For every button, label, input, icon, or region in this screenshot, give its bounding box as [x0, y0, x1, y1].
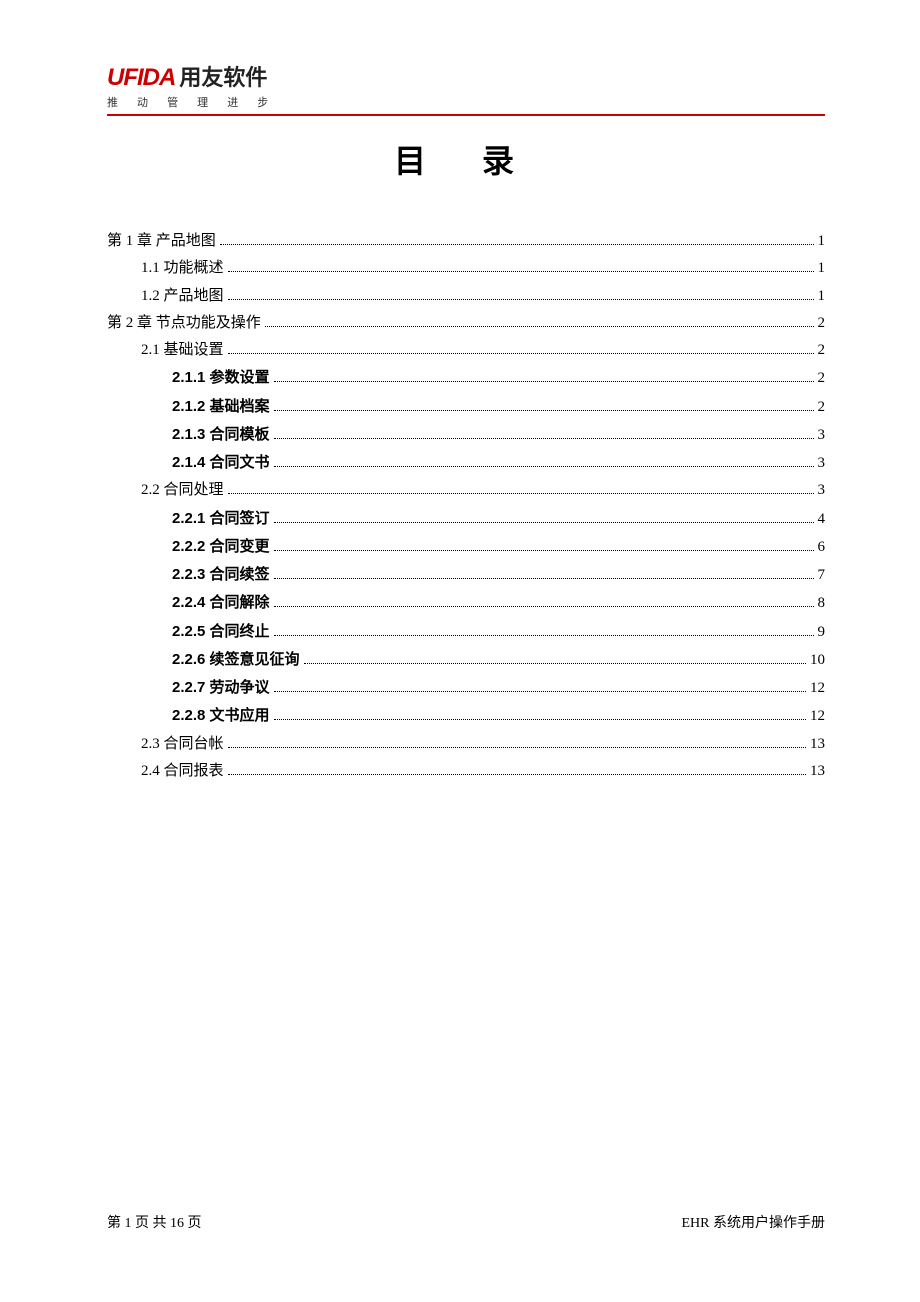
toc-entry-label: 2.1.1 参数设置: [172, 366, 270, 389]
toc-entry[interactable]: 2.2.6 续签意见征询 10: [107, 648, 825, 672]
toc-entry-page: 3: [818, 424, 826, 447]
toc-entry-label: 1.2 产品地图: [141, 285, 224, 308]
toc-entry[interactable]: 2.3 合同台帐 13: [107, 733, 825, 756]
toc-entry-page: 3: [818, 479, 826, 502]
toc-leader: [228, 353, 814, 354]
toc-leader: [228, 747, 806, 748]
toc-leader: [274, 691, 806, 692]
toc-entry-page: 2: [818, 312, 826, 335]
toc-entry-page: 1: [818, 257, 826, 280]
toc-leader: [274, 381, 814, 382]
toc-leader: [274, 410, 814, 411]
toc-entry-label: 2.3 合同台帐: [141, 733, 224, 756]
toc-entry-page: 6: [818, 536, 826, 559]
toc-leader: [228, 493, 814, 494]
toc-leader: [228, 299, 814, 300]
logo-en: UFIDA: [107, 64, 175, 92]
toc-entry-page: 12: [810, 705, 825, 728]
toc-entry[interactable]: 2.2.1 合同签订 4: [107, 507, 825, 531]
page-title: 目 录: [107, 136, 825, 182]
toc-leader: [228, 774, 806, 775]
toc-entry-page: 8: [818, 592, 826, 615]
toc-entry-label: 2.2.7 劳动争议: [172, 676, 270, 699]
toc-entry-page: 2: [818, 367, 826, 390]
toc-entry-label: 2.2.5 合同终止: [172, 620, 270, 643]
toc-entry[interactable]: 2.2.4 合同解除 8: [107, 591, 825, 615]
page-header: UFIDA 用友软件 推 动 管 理 进 步: [107, 60, 825, 116]
toc-leader: [220, 244, 814, 245]
toc-entry-label: 2.2 合同处理: [141, 479, 224, 502]
toc-entry-label: 2.1.4 合同文书: [172, 451, 270, 474]
toc-entry-label: 2.2.4 合同解除: [172, 591, 270, 614]
toc-leader: [274, 719, 806, 720]
toc-entry[interactable]: 2.2 合同处理 3: [107, 479, 825, 502]
toc-entry[interactable]: 2.4 合同报表 13: [107, 760, 825, 783]
toc-leader: [304, 663, 806, 664]
logo-cn: 用友软件: [179, 60, 267, 92]
toc-entry-label: 2.4 合同报表: [141, 760, 224, 783]
toc-entry[interactable]: 第 2 章 节点功能及操作 2: [107, 312, 825, 335]
page-footer: 第 1 页 共 16 页 EHR 系统用户操作手册: [107, 1212, 825, 1232]
toc-entry[interactable]: 2.2.5 合同终止 9: [107, 620, 825, 644]
toc-entry-page: 13: [810, 733, 825, 756]
footer-doc-title: EHR 系统用户操作手册: [682, 1212, 826, 1232]
toc-entry-label: 2.1.3 合同模板: [172, 423, 270, 446]
toc-entry-page: 2: [818, 396, 826, 419]
toc-entry[interactable]: 2.2.8 文书应用 12: [107, 704, 825, 728]
toc-entry[interactable]: 2.1.2 基础档案 2: [107, 395, 825, 419]
toc-entry-label: 1.1 功能概述: [141, 257, 224, 280]
toc-entry-label: 2.2.3 合同续签: [172, 563, 270, 586]
toc-entry-page: 1: [818, 285, 826, 308]
toc-entry-page: 2: [818, 339, 826, 362]
toc-entry-page: 3: [818, 452, 826, 475]
toc-entry[interactable]: 2.1.3 合同模板 3: [107, 423, 825, 447]
toc-entry-page: 4: [818, 508, 826, 531]
toc-leader: [274, 550, 814, 551]
toc-entry[interactable]: 1.1 功能概述 1: [107, 257, 825, 280]
toc-leader: [265, 326, 814, 327]
toc-entry[interactable]: 2.1.1 参数设置 2: [107, 366, 825, 390]
toc-entry[interactable]: 2.2.3 合同续签 7: [107, 563, 825, 587]
toc-leader: [274, 606, 814, 607]
toc-entry[interactable]: 2.2.2 合同变更 6: [107, 535, 825, 559]
toc-entry-label: 2.1 基础设置: [141, 339, 224, 362]
toc-leader: [274, 578, 814, 579]
toc-entry[interactable]: 1.2 产品地图 1: [107, 285, 825, 308]
toc-entry-page: 1: [818, 230, 826, 253]
toc-entry-page: 12: [810, 677, 825, 700]
toc-entry-label: 2.1.2 基础档案: [172, 395, 270, 418]
table-of-contents: 第 1 章 产品地图 1 1.1 功能概述 1 1.2 产品地图 1 第 2 章 节点功能及…: [107, 230, 825, 783]
toc-entry[interactable]: 2.1 基础设置 2: [107, 339, 825, 362]
toc-leader: [274, 522, 814, 523]
toc-leader: [274, 466, 814, 467]
toc-entry-page: 13: [810, 760, 825, 783]
toc-entry-label: 2.2.2 合同变更: [172, 535, 270, 558]
toc-leader: [228, 271, 814, 272]
toc-entry[interactable]: 2.1.4 合同文书 3: [107, 451, 825, 475]
toc-entry-page: 7: [818, 564, 826, 587]
toc-entry[interactable]: 第 1 章 产品地图 1: [107, 230, 825, 253]
toc-entry[interactable]: 2.2.7 劳动争议 12: [107, 676, 825, 700]
toc-entry-label: 2.2.1 合同签订: [172, 507, 270, 530]
toc-entry-label: 第 1 章 产品地图: [107, 230, 216, 253]
logo-subtitle: 推 动 管 理 进 步: [107, 94, 825, 110]
toc-leader: [274, 438, 814, 439]
toc-leader: [274, 635, 814, 636]
toc-entry-label: 第 2 章 节点功能及操作: [107, 312, 261, 335]
toc-entry-page: 10: [810, 649, 825, 672]
toc-entry-page: 9: [818, 621, 826, 644]
footer-page-info: 第 1 页 共 16 页: [107, 1212, 202, 1232]
logo: UFIDA 用友软件: [107, 60, 825, 92]
toc-entry-label: 2.2.6 续签意见征询: [172, 648, 300, 671]
toc-entry-label: 2.2.8 文书应用: [172, 704, 270, 727]
